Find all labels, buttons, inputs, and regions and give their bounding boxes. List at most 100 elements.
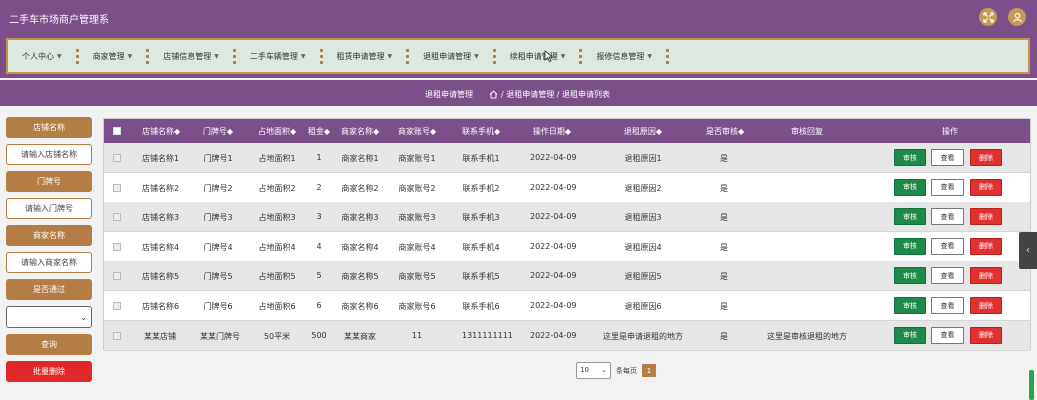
nav-bar: 个人中心 ▼ 商家管理 ▼ 店铺信息管理 ▼ 二手车辆管理 ▼ 租赁申请管理 ▼ 退租申请… [0, 34, 1037, 78]
audit-button[interactable]: 审核 [894, 208, 926, 226]
table-cell: 门牌号4 [203, 242, 233, 252]
caret-down-icon: ▼ [647, 52, 652, 60]
column-header[interactable]: 是否审核◆ [706, 126, 744, 137]
audit-button[interactable]: 审核 [894, 237, 926, 255]
column-header[interactable]: 联系手机◆ [462, 126, 500, 137]
audit-button[interactable]: 审核 [894, 149, 926, 166]
delete-button[interactable]: 删除 [970, 267, 1002, 285]
table-row: 某某店铺 某某门牌号 50平米 500 某某商家 11 1311111111 2022-04-… [104, 320, 1030, 351]
delete-button[interactable]: 删除 [970, 208, 1002, 226]
table-cell: 某某店铺 [144, 331, 176, 341]
delete-button[interactable]: 删除 [970, 297, 1002, 314]
view-button[interactable]: 查看 [931, 178, 964, 196]
merchant-name-input[interactable]: 请输入商家名称 [6, 252, 92, 273]
row-checkbox[interactable] [113, 242, 121, 251]
batch-delete-button[interactable]: 批量删除 [6, 361, 92, 382]
delete-button[interactable]: 删除 [970, 326, 1002, 344]
passed-label: 是否通过 [6, 279, 92, 300]
page-button-current[interactable]: 1 [642, 364, 656, 377]
table-cell: 6 [316, 301, 322, 310]
table-header: 店铺名称◆ 门牌号◆ 占地面积◆ 租金◆ 商家名称◆ 商家账号◆ 联系手机◆ 操… [104, 119, 1030, 143]
door-no-label: 门牌号 [6, 171, 92, 192]
row-checkbox[interactable] [113, 213, 121, 222]
passed-select[interactable]: ⌄ [6, 306, 92, 328]
table-cell: 11 [411, 330, 423, 340]
column-header[interactable]: 租金◆ [307, 126, 331, 137]
delete-button[interactable]: 删除 [970, 237, 1002, 255]
nav-item-return-apply[interactable]: 退租申请管理 ▼ [409, 40, 479, 72]
fullscreen-icon[interactable] [979, 8, 997, 26]
nav-item-used-cars[interactable]: 二手车辆管理 ▼ [236, 40, 306, 72]
mouse-cursor-icon [544, 50, 554, 62]
column-header[interactable]: 店铺名称◆ [142, 126, 180, 137]
nav-item-lease-apply[interactable]: 租赁申请管理 ▼ [323, 40, 393, 72]
home-icon[interactable] [489, 90, 498, 99]
table-cell: 店铺名称5 [142, 272, 180, 282]
nav-item-renew-apply[interactable]: 续租申请管理 ▼ [496, 40, 566, 72]
row-checkbox[interactable] [113, 183, 121, 192]
view-button[interactable]: 查看 [931, 297, 964, 314]
column-header[interactable]: 门牌号◆ [200, 126, 236, 137]
row-checkbox[interactable] [113, 272, 121, 281]
scrollbar-thumb[interactable] [1029, 370, 1034, 400]
nav-divider [666, 48, 669, 64]
column-header[interactable]: 商家名称◆ [341, 126, 379, 137]
column-header[interactable]: 退租原因◆ [623, 126, 663, 137]
delete-button[interactable]: 删除 [970, 149, 1002, 166]
table-cell: 联系手机6 [462, 302, 500, 311]
table-cell: 占地面积6 [258, 302, 296, 311]
audit-button[interactable]: 审核 [894, 326, 926, 344]
breadcrumb: / 退租申请管理 / 退租申请列表 [489, 89, 610, 100]
table-cell: 是 [720, 183, 728, 193]
nav-label: 商家管理 [92, 51, 125, 61]
select-all-checkbox[interactable] [113, 127, 121, 135]
shop-name-input[interactable]: 请输入店铺名称 [6, 144, 92, 165]
table-cell: 3 [316, 212, 322, 222]
view-button[interactable]: 查看 [931, 208, 964, 226]
chevron-down-icon: ⌄ [80, 313, 87, 322]
caret-down-icon: ▼ [300, 52, 306, 60]
table-cell: 退租原因5 [624, 272, 662, 282]
table-cell: 2 [316, 182, 322, 192]
table-cell: 退租原因2 [624, 183, 662, 193]
table-row: 店铺名称6 门牌号6 占地面积6 6 商家名称6 商家账号6 联系手机6 2022-04-09… [104, 291, 1030, 321]
app-title: 二手车市场商户管理系 [9, 15, 109, 26]
nav-item-merchant[interactable]: 商家管理 ▼ [79, 40, 133, 72]
column-header[interactable]: 占地面积◆ [258, 126, 296, 137]
page-size-select[interactable]: 10 ⌄ [576, 362, 611, 379]
delete-button[interactable]: 删除 [970, 178, 1002, 196]
table-cell: 商家名称5 [341, 272, 379, 282]
table-row: 店铺名称5 门牌号5 占地面积5 5 商家名称5 商家账号5 联系手机5 2022-04-09… [104, 261, 1030, 292]
door-no-input[interactable]: 请输入门牌号 [6, 198, 92, 219]
column-header[interactable]: 商家账号◆ [398, 126, 436, 137]
table-cell: 1 [316, 153, 322, 162]
row-checkbox[interactable] [113, 302, 121, 310]
audit-button[interactable]: 审核 [894, 178, 926, 196]
row-checkbox[interactable] [113, 154, 121, 162]
column-header[interactable]: 操作日期◆ [530, 126, 574, 137]
audit-button[interactable]: 审核 [894, 297, 926, 314]
shop-name-label: 店铺名称 [6, 117, 92, 138]
row-checkbox[interactable] [113, 331, 121, 340]
table-cell: 某某商家 [344, 331, 376, 341]
table-cell: 1311111111 [462, 330, 513, 340]
view-button[interactable]: 查看 [931, 237, 964, 255]
chevron-left-icon[interactable]: ‹ [1019, 232, 1037, 269]
view-button[interactable]: 查看 [931, 149, 964, 166]
view-button[interactable]: 查看 [931, 326, 964, 344]
view-button[interactable]: 查看 [931, 267, 964, 285]
table-cell: 5 [316, 271, 322, 281]
chevron-down-icon: ⌄ [601, 366, 607, 374]
nav-label: 退租申请管理 [423, 51, 472, 61]
nav-item-shop-info[interactable]: 店铺信息管理 ▼ [149, 40, 219, 72]
table-cell: 门牌号5 [203, 272, 233, 282]
table-cell: 商家名称6 [341, 302, 379, 311]
user-icon[interactable] [1008, 8, 1026, 26]
table-cell: 是 [720, 272, 728, 282]
audit-button[interactable]: 审核 [894, 267, 926, 285]
query-button[interactable]: 查询 [6, 334, 92, 355]
table-cell: 是 [720, 331, 728, 341]
nav-item-personal-center[interactable]: 个人中心 ▼ [8, 40, 62, 72]
table-cell: 联系手机5 [462, 272, 500, 282]
nav-item-repair-info[interactable]: 报修信息管理 ▼ [582, 40, 652, 72]
